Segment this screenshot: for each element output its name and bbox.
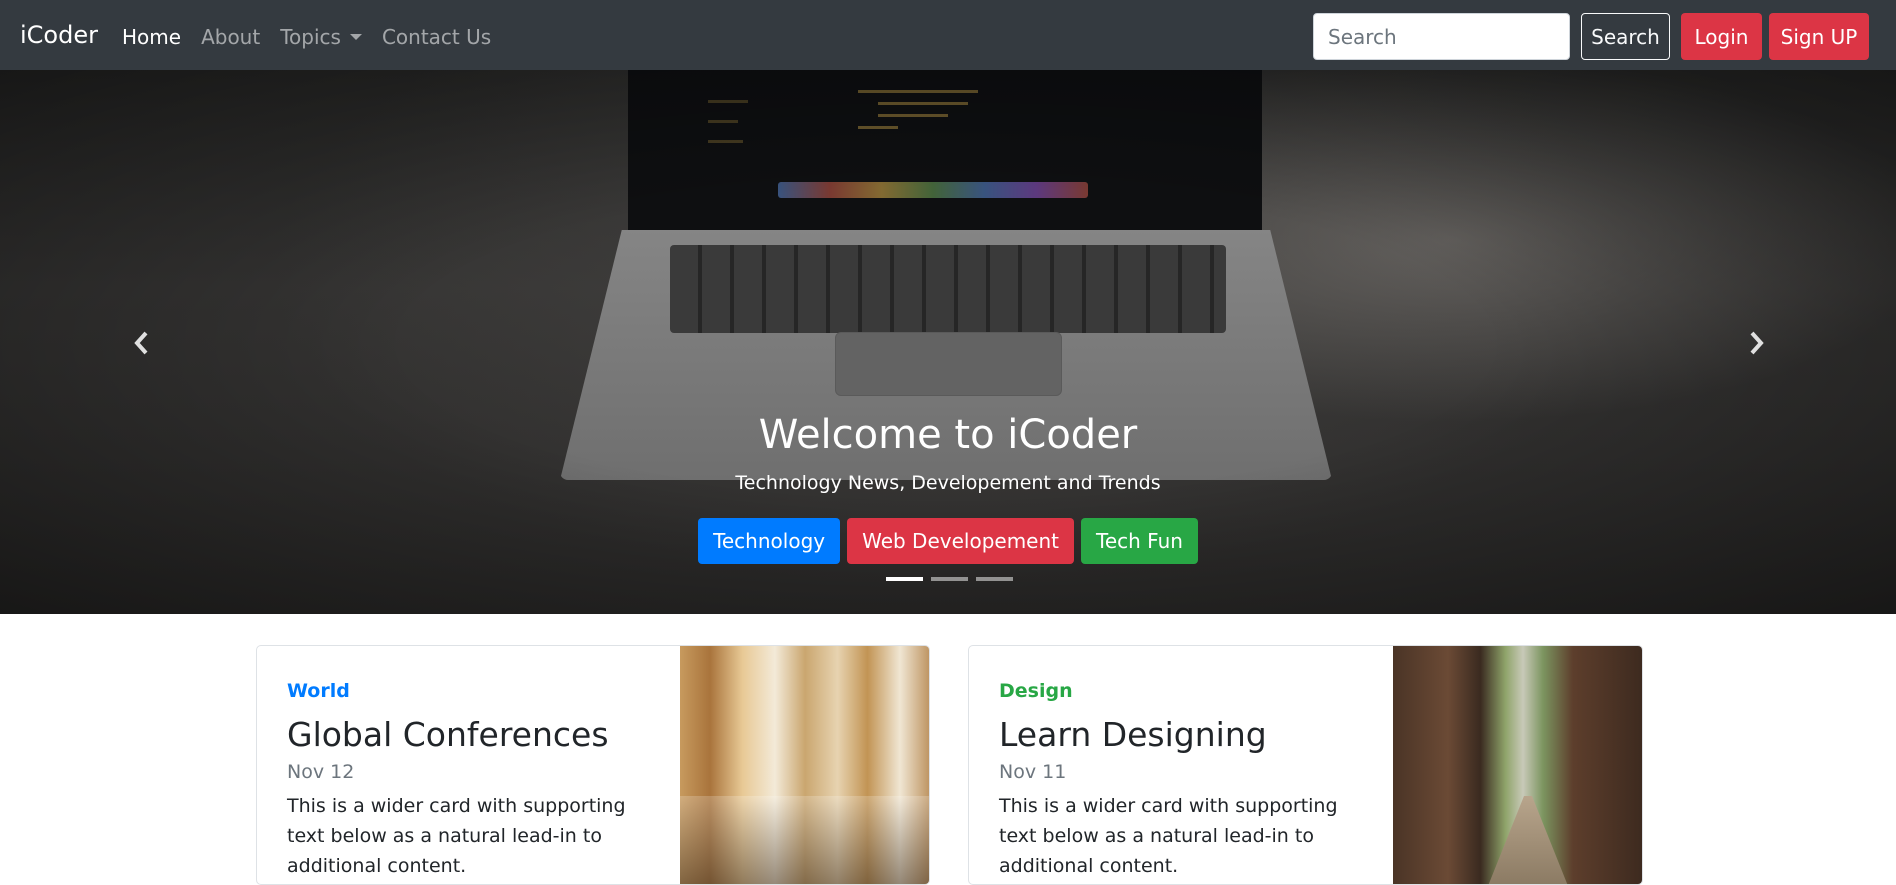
technology-button[interactable]: Technology [698, 518, 841, 564]
web-developement-button[interactable]: Web Developement [847, 518, 1074, 564]
carousel-indicator-3[interactable] [976, 577, 1013, 581]
caret-down-icon [349, 34, 362, 40]
article-card-world: World Global Conferences Nov 12 This is … [256, 645, 930, 885]
nav-link-home[interactable]: Home [122, 22, 181, 52]
tech-fun-button[interactable]: Tech Fun [1081, 518, 1198, 564]
carousel-caption-buttons: Technology Web Developement Tech Fun [0, 518, 1896, 564]
carousel-indicators [886, 577, 1013, 581]
card-title: Learn Designing [999, 715, 1267, 754]
card-text: This is a wider card with supporting tex… [287, 795, 626, 877]
card-title: Global Conferences [287, 715, 609, 754]
card-body: Design Learn Designing Nov 11 This is a … [999, 678, 1379, 881]
signup-button[interactable]: Sign UP [1769, 13, 1869, 60]
search-button[interactable]: Search [1581, 13, 1670, 60]
chevron-left-icon [134, 331, 148, 355]
chevron-right-icon [1750, 331, 1764, 355]
brand-logo[interactable]: iCoder [20, 20, 98, 50]
carousel-caption-subtitle: Technology News, Developement and Trends [735, 472, 1161, 494]
carousel-next-button[interactable] [1741, 328, 1771, 358]
nav-dropdown-topics-label: Topics [280, 25, 341, 49]
carousel-caption-title: Welcome to iCoder [758, 412, 1138, 458]
card-image [1393, 646, 1642, 884]
nav-links: Home About Topics Contact Us [122, 22, 491, 52]
card-date: Nov 11 [999, 761, 1067, 783]
card-body: World Global Conferences Nov 12 This is … [287, 678, 667, 881]
navbar: iCoder Home About Topics Contact Us Sear… [0, 0, 1896, 70]
carousel-indicator-1[interactable] [886, 577, 923, 581]
nav-link-about[interactable]: About [201, 22, 260, 52]
nav-link-contact[interactable]: Contact Us [382, 22, 491, 52]
card-text: This is a wider card with supporting tex… [999, 795, 1338, 877]
card-category: World [287, 680, 350, 702]
carousel-prev-button[interactable] [127, 328, 157, 358]
article-card-design: Design Learn Designing Nov 11 This is a … [968, 645, 1643, 885]
login-button[interactable]: Login [1681, 13, 1762, 60]
hero-carousel: Welcome to iCoder Technology News, Devel… [0, 70, 1896, 614]
search-input[interactable] [1313, 13, 1570, 60]
card-date: Nov 12 [287, 761, 355, 783]
nav-dropdown-topics[interactable]: Topics [280, 22, 362, 52]
card-image [680, 646, 929, 884]
carousel-indicator-2[interactable] [931, 577, 968, 581]
card-category: Design [999, 680, 1073, 702]
